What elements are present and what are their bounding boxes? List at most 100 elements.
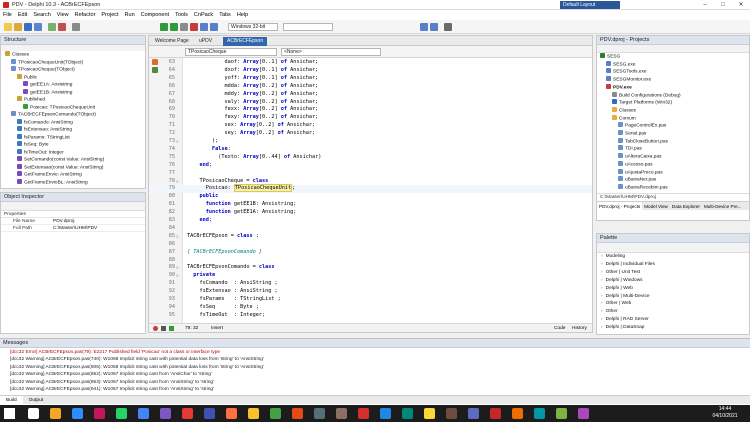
code-line[interactable]: 73 ⊟ );	[149, 138, 592, 146]
open-folder-icon[interactable]	[14, 23, 22, 31]
menu-help[interactable]: Help	[234, 10, 251, 20]
code-line[interactable]: 72 sey: Array[0..2] of Ansichar;	[149, 130, 592, 138]
structure-item[interactable]: getEE1B: Ansistring	[23, 88, 72, 97]
code-tab[interactable]: Code	[554, 324, 565, 333]
message-line[interactable]: [dcc32 Warning] ACBrECFEpson.pas(740): W…	[10, 356, 264, 363]
platform-select[interactable]: Windows 32-bit	[228, 23, 278, 31]
help-icon[interactable]	[444, 23, 452, 31]
message-line[interactable]: [dcc32 Warning] ACBrECFEpson.pas(852): W…	[10, 371, 212, 378]
code-line[interactable]: 75 (Texto: Array[0..44] of Ansichar)	[149, 154, 592, 162]
code-line[interactable]: 67 mddy: Array[0..2] of Ansichar;	[149, 91, 592, 99]
close-icon[interactable]: ✕	[732, 0, 750, 10]
configuration-select[interactable]	[283, 23, 333, 31]
menu-project[interactable]: Project	[98, 10, 121, 20]
add-to-project-icon[interactable]	[48, 23, 56, 31]
taskbar-clock[interactable]: 14:44 04/10/2021	[705, 406, 745, 420]
structure-item[interactable]: fsTimeOut: Integer	[17, 148, 64, 157]
play-macro-icon[interactable]	[169, 326, 174, 331]
stop-macro-icon[interactable]	[161, 326, 166, 331]
structure-item[interactable]: GetFrameEnvioBL: AnsiString	[17, 178, 88, 187]
menu-view[interactable]: View	[54, 10, 72, 20]
taskbar-app-icon[interactable]	[424, 408, 435, 419]
project-item[interactable]: uBaixaRecebim.pas	[618, 183, 668, 192]
structure-item[interactable]: Classes	[5, 51, 29, 59]
trace-into-icon[interactable]	[210, 23, 218, 31]
taskbar-app-icon[interactable]	[116, 408, 127, 419]
code-line[interactable]: 88	[149, 257, 592, 265]
menu-component[interactable]: Component	[138, 10, 172, 20]
taskbar-app-icon[interactable]	[182, 408, 193, 419]
menu-search[interactable]: Search	[30, 10, 53, 20]
structure-item[interactable]: fsComando: AnsiString	[17, 118, 73, 127]
code-line[interactable]: 91 fsComando : AnsiString ;	[149, 280, 592, 288]
code-line[interactable]: 74 False:	[149, 146, 592, 154]
code-line[interactable]: 80 public	[149, 193, 592, 201]
fold-marker-icon[interactable]: ⊟	[176, 264, 178, 272]
code-line[interactable]: 76 end;	[149, 162, 592, 170]
taskbar-app-icon[interactable]	[292, 408, 303, 419]
code-line[interactable]: 92 fsExtensao : AnsiString ;	[149, 288, 592, 296]
taskbar-app-icon[interactable]	[512, 408, 523, 419]
inspector-selector[interactable]	[1, 202, 145, 211]
project-item[interactable]: uAjustaPreco.pas	[618, 168, 663, 177]
palette-category[interactable]: › Delphi | Windows	[601, 277, 643, 285]
inspector-tab-properties[interactable]: Properties	[1, 211, 145, 218]
run-icon[interactable]	[160, 23, 168, 31]
remove-from-project-icon[interactable]	[58, 23, 66, 31]
palette-category[interactable]: › Other	[601, 308, 618, 316]
code-line[interactable]: 81 function getEE1B: Ansistring;	[149, 201, 592, 209]
code-line[interactable]: 83 end;	[149, 217, 592, 225]
menu-edit[interactable]: Edit	[15, 10, 30, 20]
projects-tab[interactable]: Model View	[642, 202, 670, 210]
menu-tabs[interactable]: Tabs	[216, 10, 234, 20]
messages-tab[interactable]: Build	[0, 396, 23, 405]
message-line[interactable]: [dcc32 Warning] ACBrECFEpson.pas(853): W…	[10, 379, 214, 386]
code-line[interactable]: 86	[149, 241, 592, 249]
code-line[interactable]: 82 function getEE1A: Ansistring;	[149, 209, 592, 217]
code-line[interactable]: 71 sex: Array[0..2] of Ansichar;	[149, 122, 592, 130]
history-tab[interactable]: History	[572, 324, 587, 333]
structure-item[interactable]: fsExtensao: AnsiString	[17, 126, 72, 134]
code-line[interactable]: 77	[149, 170, 592, 178]
taskbar-app-icon[interactable]	[248, 408, 259, 419]
palette-category[interactable]: › Delphi | Web	[601, 285, 633, 293]
taskbar-app-icon[interactable]	[226, 408, 237, 419]
projects-tab[interactable]: Data Explorer	[670, 202, 702, 210]
code-line[interactable]: 79 Posicao: TPosicaoChequeUnit;	[149, 184, 592, 194]
project-item[interactable]: Comum	[612, 114, 636, 123]
taskbar-app-icon[interactable]	[556, 408, 567, 419]
project-item[interactable]: uAlteraCaixa.pas	[618, 153, 662, 161]
projects-tab[interactable]: PDV.dproj - Projects	[597, 202, 643, 210]
structure-item[interactable]: SetExtensao(const Value: AnsiString)	[17, 163, 103, 172]
project-item[interactable]: SESG	[600, 53, 620, 61]
code-line[interactable]: 63 daof: Array[0..1] of Ansichar;	[149, 59, 592, 67]
taskbar-app-icon[interactable]	[160, 408, 171, 419]
taskbar-app-icon[interactable]	[380, 408, 391, 419]
menu-file[interactable]: File	[0, 10, 15, 20]
taskbar-app-icon[interactable]	[94, 408, 105, 419]
palette-category[interactable]: › Delphi | DataSnap	[601, 324, 644, 332]
record-macro-icon[interactable]	[153, 326, 158, 331]
palette-category[interactable]: › Delphi | RAD Server	[601, 316, 649, 324]
code-line[interactable]: 89 ⊟ TACBrECFEpsonComando = class	[149, 264, 592, 272]
palette-category[interactable]: › Delphi | Multi-Device	[601, 293, 650, 301]
inspector-row[interactable]: Full Path C:\Master\UHM\PDV	[1, 225, 145, 232]
structure-item[interactable]: TACBrECFEpsonComando(TObject)	[11, 111, 96, 119]
inspector-row[interactable]: File Name PDV.dproj	[1, 218, 145, 225]
step-over-icon[interactable]	[200, 23, 208, 31]
project-item[interactable]: Classes	[612, 106, 636, 115]
project-item[interactable]: Serial.pas	[618, 130, 646, 138]
forward-icon[interactable]	[430, 23, 438, 31]
taskbar-app-icon[interactable]	[270, 408, 281, 419]
palette-category[interactable]: › Modeling	[601, 253, 625, 261]
code-line[interactable]: 94 fsSeq : Byte ;	[149, 304, 592, 312]
palette-category[interactable]: › Other | Unit Test	[601, 269, 640, 277]
structure-item[interactable]: GetFrameEnvio: AnsiString	[17, 171, 82, 179]
projects-tab[interactable]: Multi-Device Pre...	[702, 202, 744, 210]
method-combo[interactable]: <None>	[281, 48, 381, 56]
code-line[interactable]: 90 ⊟ private	[149, 272, 592, 280]
editor-tab[interactable]: Welcome Page	[151, 37, 193, 46]
project-item[interactable]: SESG.exe	[606, 60, 635, 69]
structure-item[interactable]: fsParams: TStringList	[17, 133, 70, 142]
project-item[interactable]: PageControlEx.pas	[618, 122, 666, 130]
